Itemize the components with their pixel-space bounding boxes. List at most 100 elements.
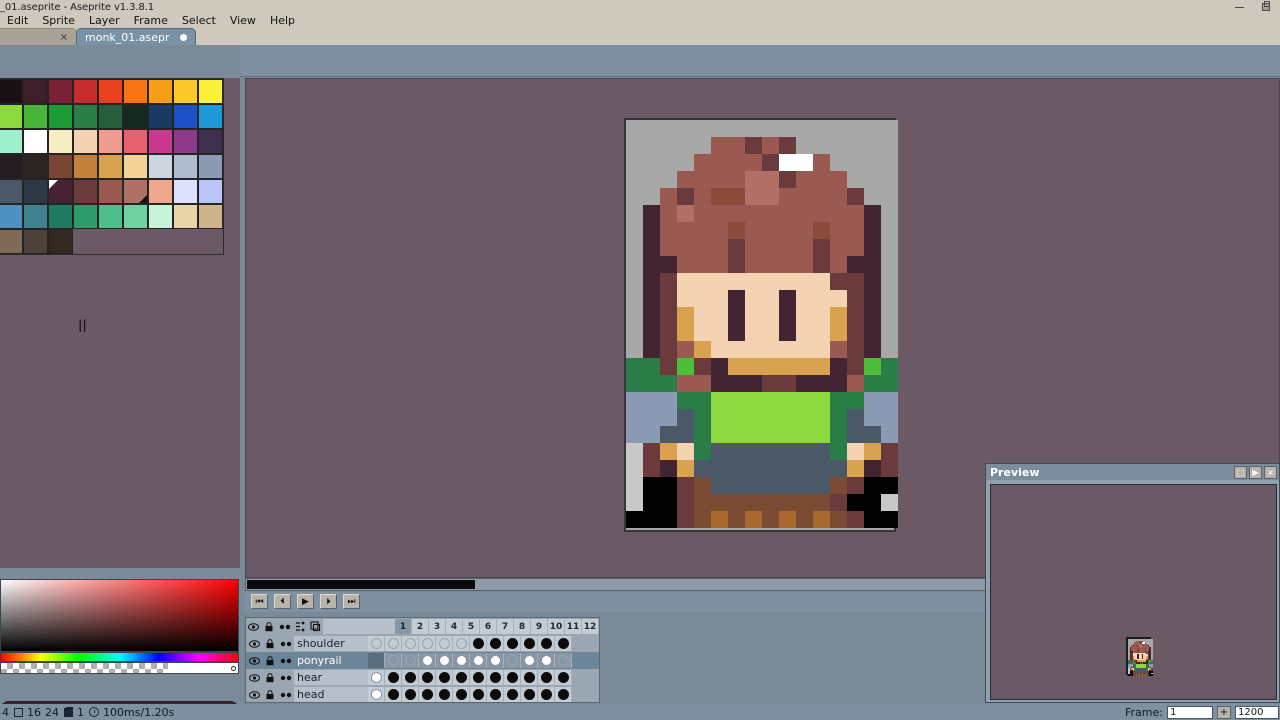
palette-swatch[interactable] [23, 104, 48, 129]
palette-swatch[interactable] [198, 154, 223, 179]
frame-cell[interactable] [402, 636, 419, 651]
eye-icon[interactable] [246, 618, 261, 635]
frame-number-header[interactable]: 7 [497, 619, 515, 634]
link-icon[interactable] [278, 635, 294, 652]
frame-number-header[interactable]: 9 [531, 619, 549, 634]
layer-name[interactable]: head [294, 687, 368, 702]
frame-cell[interactable] [504, 670, 521, 685]
go-last-icon[interactable]: ⏭ [343, 594, 360, 609]
palette-swatch[interactable] [73, 154, 98, 179]
frame-number-header[interactable]: 8 [514, 619, 532, 634]
frame-cell[interactable] [385, 670, 402, 685]
timeline-layer-row[interactable]: ponyrail [246, 652, 599, 669]
palette-swatch[interactable] [23, 79, 48, 104]
palette-swatch[interactable] [148, 104, 173, 129]
frame-cell[interactable] [555, 636, 572, 651]
frame-cell[interactable] [436, 670, 453, 685]
palette-swatch[interactable] [0, 154, 23, 179]
timeline-layer-row[interactable]: shoulder [246, 635, 599, 652]
lock-icon[interactable] [262, 686, 278, 703]
frame-cell[interactable] [538, 636, 555, 651]
eye-icon[interactable] [246, 635, 262, 652]
menu-item-layer[interactable]: Layer [82, 14, 127, 28]
new-layer-icon[interactable] [292, 618, 307, 635]
palette-swatch[interactable] [98, 204, 123, 229]
palette-swatch[interactable] [23, 229, 48, 254]
frame-number-input[interactable]: 1 [1166, 705, 1213, 719]
fit-screen-icon[interactable]: ⬚ [1234, 465, 1247, 479]
palette-swatch[interactable] [0, 179, 23, 204]
palette-swatch[interactable] [23, 129, 48, 154]
palette-swatch[interactable] [173, 79, 198, 104]
lock-icon[interactable] [262, 652, 278, 669]
palette-swatch[interactable] [0, 204, 23, 229]
frame-cell[interactable] [555, 687, 572, 702]
frame-cell[interactable] [368, 653, 385, 668]
frame-cell[interactable] [555, 670, 572, 685]
frame-cell[interactable] [538, 653, 555, 668]
eye-icon[interactable] [246, 652, 262, 669]
layer-name[interactable]: hear [294, 670, 368, 685]
palette-swatch[interactable] [148, 129, 173, 154]
frame-cell[interactable] [487, 670, 504, 685]
palette-swatch[interactable] [0, 129, 23, 154]
frame-cell[interactable] [470, 636, 487, 651]
go-prev-icon[interactable]: ⏴ [274, 594, 291, 609]
frame-cell[interactable] [521, 653, 538, 668]
play-icon[interactable]: ▶ [1249, 465, 1262, 479]
duplicate-layer-icon[interactable] [308, 618, 323, 635]
sprite-canvas[interactable] [624, 118, 898, 532]
frame-cell[interactable] [504, 687, 521, 702]
frame-cell[interactable] [419, 653, 436, 668]
palette-swatch[interactable] [73, 179, 98, 204]
palette-swatch[interactable] [123, 129, 148, 154]
eye-icon[interactable] [246, 686, 262, 703]
frame-number-header[interactable]: 2 [412, 619, 430, 634]
preview-canvas[interactable] [990, 484, 1277, 700]
frame-cell[interactable] [453, 653, 470, 668]
palette-swatch[interactable] [0, 104, 23, 129]
palette-swatch[interactable] [148, 204, 173, 229]
close-icon[interactable]: × [1264, 465, 1277, 479]
frame-cell[interactable] [402, 670, 419, 685]
lock-icon[interactable] [262, 669, 278, 686]
frame-cell[interactable] [487, 636, 504, 651]
frame-cell[interactable] [555, 653, 572, 668]
palette-swatch[interactable] [198, 204, 223, 229]
palette-swatch[interactable] [98, 104, 123, 129]
frame-cell[interactable] [453, 670, 470, 685]
palette-swatch[interactable] [73, 129, 98, 154]
frame-number-header[interactable]: 10 [548, 619, 566, 634]
eye-icon[interactable] [246, 669, 262, 686]
menu-item-view[interactable]: View [223, 14, 263, 28]
palette-swatch[interactable] [173, 129, 198, 154]
palette-swatch[interactable] [123, 79, 148, 104]
palette-swatch[interactable] [173, 179, 198, 204]
frame-cell[interactable] [419, 687, 436, 702]
palette-swatch[interactable] [0, 79, 23, 104]
color-palette[interactable] [0, 78, 224, 255]
frame-cell[interactable] [487, 687, 504, 702]
link-icon[interactable] [277, 618, 292, 635]
link-icon[interactable] [278, 669, 294, 686]
palette-swatch[interactable] [98, 79, 123, 104]
frame-cell[interactable] [402, 653, 419, 668]
palette-swatch[interactable] [123, 154, 148, 179]
frame-cell[interactable] [521, 687, 538, 702]
palette-swatch[interactable] [23, 179, 48, 204]
menu-item-sprite[interactable]: Sprite [35, 14, 82, 28]
alpha-slider[interactable] [0, 662, 239, 674]
frame-cell[interactable] [521, 636, 538, 651]
menu-item-frame[interactable]: Frame [127, 14, 175, 28]
palette-swatch[interactable] [23, 154, 48, 179]
play-icon[interactable]: ▶ [297, 594, 314, 609]
frame-cell[interactable] [453, 687, 470, 702]
frame-number-header[interactable]: 12 [582, 619, 600, 634]
frame-cell[interactable] [538, 670, 555, 685]
palette-swatch[interactable] [198, 104, 223, 129]
frame-cell[interactable] [436, 687, 453, 702]
alpha-knob[interactable] [231, 666, 236, 671]
frame-duration-input[interactable]: 1200 [1234, 705, 1279, 719]
frame-cell[interactable] [419, 636, 436, 651]
frame-cell[interactable] [385, 687, 402, 702]
